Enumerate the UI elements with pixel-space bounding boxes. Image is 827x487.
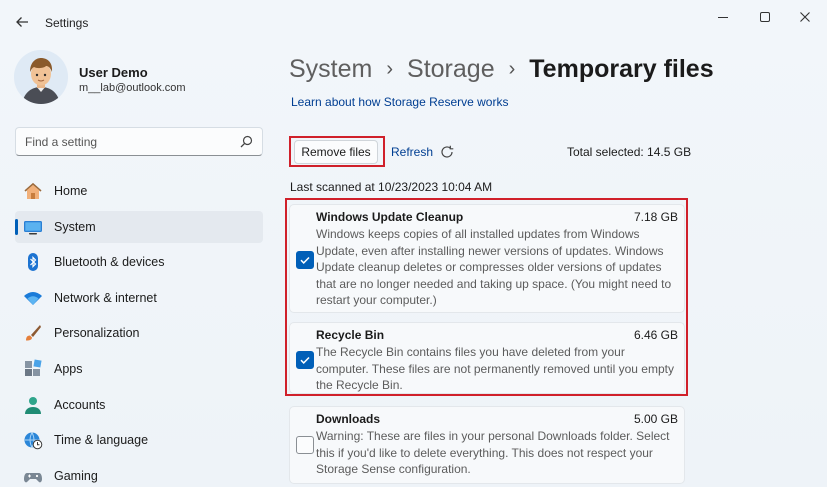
sidebar-item-personalization[interactable]: Personalization — [15, 317, 263, 349]
item-description: Windows keeps copies of all installed up… — [316, 227, 672, 307]
maximize-icon — [760, 12, 770, 22]
chevron-right-icon: › — [386, 57, 394, 80]
refresh-button[interactable]: Refresh — [391, 142, 455, 162]
gamepad-icon — [24, 473, 42, 483]
list-item-recycle-bin: Recycle Bin 6.46 GB The Recycle Bin cont… — [289, 322, 685, 394]
maximize-button[interactable] — [747, 6, 783, 28]
app-title: Settings — [45, 16, 89, 30]
close-icon — [800, 12, 810, 22]
learn-storage-reserve-link[interactable]: Learn about how Storage Reserve works — [291, 95, 508, 109]
profile-name: User Demo — [79, 65, 148, 80]
refresh-label: Refresh — [391, 145, 434, 159]
breadcrumb-system[interactable]: System — [289, 55, 372, 84]
brush-icon — [26, 325, 41, 341]
sidebar-item-apps[interactable]: Apps — [15, 353, 263, 385]
item-size: 6.46 GB — [633, 328, 678, 342]
close-button[interactable] — [787, 6, 823, 28]
list-item-windows-update-cleanup: Windows Update Cleanup 7.18 GB Windows k… — [289, 204, 685, 313]
user-avatar-icon — [14, 50, 68, 104]
item-size: 7.18 GB — [633, 210, 678, 224]
item-title: Recycle Bin — [316, 328, 385, 342]
recycle-bin-checkbox[interactable] — [296, 351, 314, 369]
sidebar-item-home[interactable]: Home — [15, 175, 263, 207]
sidebar-item-label: Accounts — [54, 398, 106, 412]
sidebar-item-label: Network & internet — [54, 291, 157, 305]
sidebar-item-label: Gaming — [54, 469, 98, 483]
search-icon[interactable] — [240, 135, 253, 148]
breadcrumb-storage[interactable]: Storage — [407, 55, 495, 84]
list-item-downloads: Downloads 5.00 GB Warning: These are fil… — [289, 406, 685, 484]
item-title: Downloads — [316, 412, 381, 426]
last-scanned: Last scanned at 10/23/2023 10:04 AM — [290, 180, 493, 194]
sidebar-item-label: Apps — [54, 362, 83, 376]
accounts-icon — [25, 397, 41, 414]
sidebar-item-time-language[interactable]: Time & language — [15, 424, 263, 456]
checkmark-icon — [300, 256, 310, 264]
apps-icon — [25, 359, 42, 376]
total-selected: Total selected: 14.5 GB — [567, 145, 692, 159]
sidebar-item-label: Home — [54, 184, 88, 198]
checkmark-icon — [300, 356, 310, 364]
chevron-right-icon: › — [508, 57, 516, 80]
sidebar-item-label: Personalization — [54, 326, 140, 340]
avatar[interactable] — [14, 50, 68, 104]
refresh-icon — [441, 145, 454, 158]
back-arrow-icon — [16, 17, 28, 27]
remove-files-button[interactable]: Remove files — [294, 140, 378, 164]
item-title: Windows Update Cleanup — [316, 210, 464, 224]
globe-clock-icon — [24, 432, 43, 450]
item-description: Warning: These are files in your persona… — [316, 429, 670, 476]
back-button[interactable] — [10, 10, 34, 34]
sidebar-item-label: System — [54, 220, 96, 234]
minimize-button[interactable] — [705, 6, 741, 28]
sidebar-item-accounts[interactable]: Accounts — [15, 389, 263, 421]
bluetooth-icon — [28, 253, 38, 271]
search-box — [15, 127, 263, 156]
breadcrumb: System › Storage › Temporary files — [289, 52, 714, 86]
sidebar-item-label: Bluetooth & devices — [54, 255, 165, 269]
system-icon — [24, 221, 42, 235]
wifi-icon — [24, 292, 42, 305]
item-size: 5.00 GB — [633, 412, 678, 426]
sidebar-item-bluetooth[interactable]: Bluetooth & devices — [15, 246, 263, 278]
downloads-checkbox[interactable] — [296, 436, 314, 454]
sidebar-item-network[interactable]: Network & internet — [15, 282, 263, 314]
home-icon — [24, 182, 42, 199]
active-indicator — [15, 219, 18, 235]
sidebar-item-system[interactable]: System — [15, 211, 263, 243]
minimize-icon — [718, 17, 728, 18]
windows-update-cleanup-checkbox[interactable] — [296, 251, 314, 269]
sidebar-item-label: Time & language — [54, 433, 149, 447]
item-description: The Recycle Bin contains files you have … — [316, 345, 674, 392]
sidebar-item-gaming[interactable]: Gaming — [15, 460, 263, 487]
profile-email: m__lab@outlook.com — [79, 82, 186, 94]
title-bar: Settings — [0, 0, 827, 44]
page-title: Temporary files — [529, 54, 714, 83]
search-input[interactable] — [16, 128, 236, 155]
settings-window: Settings User Demo m__lab@outlook.com Fi… — [0, 0, 827, 487]
